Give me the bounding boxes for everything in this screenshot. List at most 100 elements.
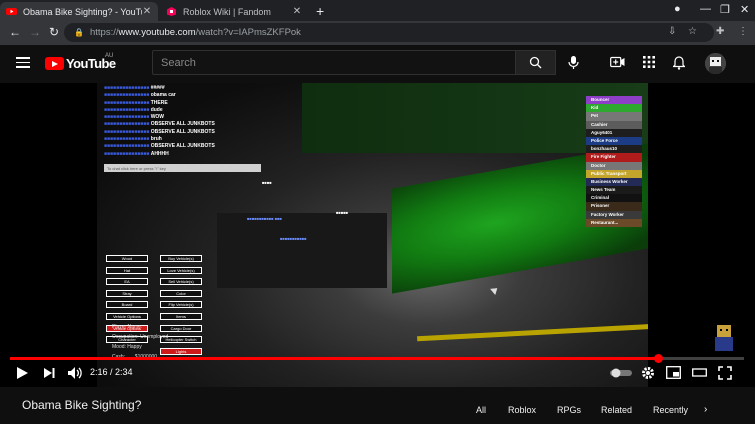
game-button[interactable]: Board bbox=[106, 301, 148, 309]
chat-username: ■■■■■■■■■■■■■■■ bbox=[104, 128, 151, 135]
time-display: 2:16 / 2:34 bbox=[90, 367, 133, 377]
chat-message: OBSERVE ALL JUNKBOTS bbox=[150, 128, 215, 135]
chevron-right-icon[interactable]: › bbox=[704, 404, 707, 415]
settings-gear-icon[interactable] bbox=[641, 366, 655, 380]
progress-bar-played bbox=[10, 357, 658, 360]
game-button[interactable]: Sell Vehicle(s) bbox=[160, 278, 202, 286]
extensions-icon[interactable]: ✚ bbox=[716, 26, 724, 37]
volume-icon[interactable] bbox=[67, 366, 83, 380]
search-button[interactable] bbox=[515, 50, 556, 75]
chip-rpgs[interactable]: RPGs bbox=[557, 405, 581, 415]
player-nametag: ■■■■■■■■■■■ ■■■ bbox=[247, 216, 282, 221]
forward-icon[interactable]: → bbox=[29, 25, 41, 39]
microphone-icon[interactable] bbox=[568, 56, 579, 70]
mood-label: Mood: Happy bbox=[112, 344, 142, 350]
restore-icon[interactable]: ❐ bbox=[720, 3, 730, 16]
fullscreen-icon[interactable] bbox=[718, 366, 732, 380]
video-title: Obama Bike Sighting? bbox=[22, 398, 142, 412]
chat-message: WOW bbox=[150, 114, 165, 121]
chip-roblox[interactable]: Roblox bbox=[508, 405, 536, 415]
reload-icon[interactable]: ↻ bbox=[49, 25, 59, 39]
chat-username: ■■■■■■■■■■■■■■■ bbox=[104, 143, 151, 150]
url-host: www.youtube.com bbox=[118, 27, 196, 38]
youtube-play-logo-icon bbox=[45, 57, 64, 70]
game-button[interactable]: Items bbox=[160, 313, 202, 320]
fandom-favicon-icon bbox=[167, 7, 176, 16]
chip-recently[interactable]: Recently bbox=[653, 405, 688, 415]
team-entry: Kid bbox=[586, 104, 642, 113]
tab-close-icon[interactable]: ✕ bbox=[292, 6, 302, 17]
chat-line: ■■■■■■■■■■■■■■■ ##### bbox=[104, 85, 264, 92]
youtube-logo[interactable]: YouTube AU bbox=[45, 53, 116, 71]
chip-all[interactable]: All bbox=[476, 405, 486, 415]
player-nametag: ■■■■■■■■■■■ bbox=[280, 236, 307, 241]
tab-close-icon[interactable]: ✕ bbox=[142, 6, 152, 17]
bookmark-star-icon[interactable]: ☆ bbox=[688, 26, 697, 37]
install-app-icon[interactable]: ⇩ bbox=[668, 26, 676, 37]
game-button[interactable]: Color bbox=[160, 289, 202, 297]
video-player[interactable]: ■■■■■■■■■■■■■■■ ##### ■■■■■■■■■■■■■■■ oba… bbox=[0, 83, 755, 387]
chat-line: ■■■■■■■■■■■■■■■ obama car bbox=[104, 92, 264, 99]
miniplayer-icon[interactable] bbox=[666, 366, 681, 379]
chat-message: bruh bbox=[150, 136, 162, 143]
autoplay-toggle-icon[interactable] bbox=[610, 368, 632, 378]
close-window-icon[interactable]: ✕ bbox=[740, 3, 749, 16]
game-button[interactable]: Buy Vehicle(s) bbox=[160, 255, 202, 262]
game-button[interactable]: Wood bbox=[106, 255, 148, 262]
search-input[interactable]: Search bbox=[152, 50, 516, 75]
notifications-bell-icon[interactable] bbox=[673, 56, 685, 70]
chat-line: ■■■■■■■■■■■■■■■ OBSERVE ALL JUNKBOTS bbox=[104, 121, 264, 128]
chat-message: obama car bbox=[150, 92, 176, 99]
youtube-header: YouTube AU Search bbox=[0, 45, 755, 83]
game-button[interactable]: Vehicle Options bbox=[106, 313, 148, 320]
country-code: AU bbox=[105, 53, 114, 59]
chat-username: ■■■■■■■■■■■■■■■ bbox=[104, 114, 151, 121]
tab-youtube[interactable]: Obama Bike Sighting? - YouTube ✕ bbox=[0, 2, 158, 21]
address-bar[interactable]: 🔒 https://www.youtube.com/watch?v=IAPmsZ… bbox=[64, 23, 714, 42]
team-entry: Factory Worker bbox=[586, 210, 642, 219]
team-entry: Police Force bbox=[586, 136, 642, 146]
game-button[interactable]: EA bbox=[106, 278, 148, 286]
chat-username: ■■■■■■■■■■■■■■■ bbox=[104, 92, 151, 99]
avatar[interactable] bbox=[705, 53, 726, 74]
dark-vehicle bbox=[217, 213, 387, 288]
play-icon[interactable] bbox=[15, 366, 29, 380]
chat-username: ■■■■■■■■■■■■■■■ bbox=[104, 121, 151, 128]
menu-icon[interactable] bbox=[16, 57, 30, 68]
player-stats: Player Name: Occupation: Unemployed Mood… bbox=[112, 322, 168, 362]
chip-related[interactable]: Related bbox=[601, 405, 632, 415]
game-button[interactable]: Hat bbox=[106, 266, 148, 274]
game-button[interactable]: Love Vehicle(s) bbox=[160, 266, 202, 274]
current-time: 2:16 bbox=[90, 367, 108, 377]
tab-title: Roblox Wiki | Fandom bbox=[183, 6, 271, 17]
back-icon[interactable]: ← bbox=[9, 25, 21, 39]
game-button[interactable]: Stray bbox=[106, 289, 148, 297]
chat-username: ■■■■■■■■■■■■■■■ bbox=[104, 136, 151, 143]
team-entry: Aguy6401 bbox=[586, 128, 642, 137]
create-video-icon[interactable] bbox=[610, 56, 625, 68]
url-scheme: https:// bbox=[90, 27, 119, 38]
chat-username: ■■■■■■■■■■■■■■■ bbox=[104, 85, 151, 91]
next-icon[interactable] bbox=[43, 366, 56, 380]
profile-menu-icon[interactable]: ● bbox=[674, 3, 681, 15]
team-entry: Cashier bbox=[586, 120, 642, 129]
chat-username: ■■■■■■■■■■■■■■■ bbox=[104, 106, 151, 113]
new-tab-icon[interactable]: + bbox=[316, 3, 324, 19]
occupation-label: Occupation: Unemployed bbox=[112, 334, 169, 340]
url-path: /watch?v=IAPmsZKFPok bbox=[195, 27, 301, 38]
mouse-cursor-icon bbox=[490, 285, 500, 295]
channel-watermark-icon[interactable] bbox=[713, 325, 735, 353]
apps-grid-icon[interactable] bbox=[643, 56, 655, 68]
game-button[interactable]: Flip Vehicle(s) bbox=[160, 301, 202, 309]
minimize-icon[interactable]: — bbox=[700, 3, 711, 15]
chat-line: ■■■■■■■■■■■■■■■ bruh bbox=[104, 136, 264, 143]
team-entry: Pet bbox=[586, 112, 642, 121]
chat-message: dude bbox=[150, 106, 163, 113]
scrubber-handle[interactable] bbox=[654, 354, 663, 363]
chrome-menu-icon[interactable]: ⋮ bbox=[738, 26, 748, 37]
theater-mode-icon[interactable] bbox=[692, 366, 707, 379]
youtube-favicon-icon bbox=[6, 8, 17, 15]
chat-username: ■■■■■■■■■■■■■■■ bbox=[104, 99, 151, 106]
team-entry: Public Transport bbox=[586, 169, 642, 178]
tab-roblox-wiki[interactable]: Roblox Wiki | Fandom ✕ bbox=[160, 2, 308, 21]
